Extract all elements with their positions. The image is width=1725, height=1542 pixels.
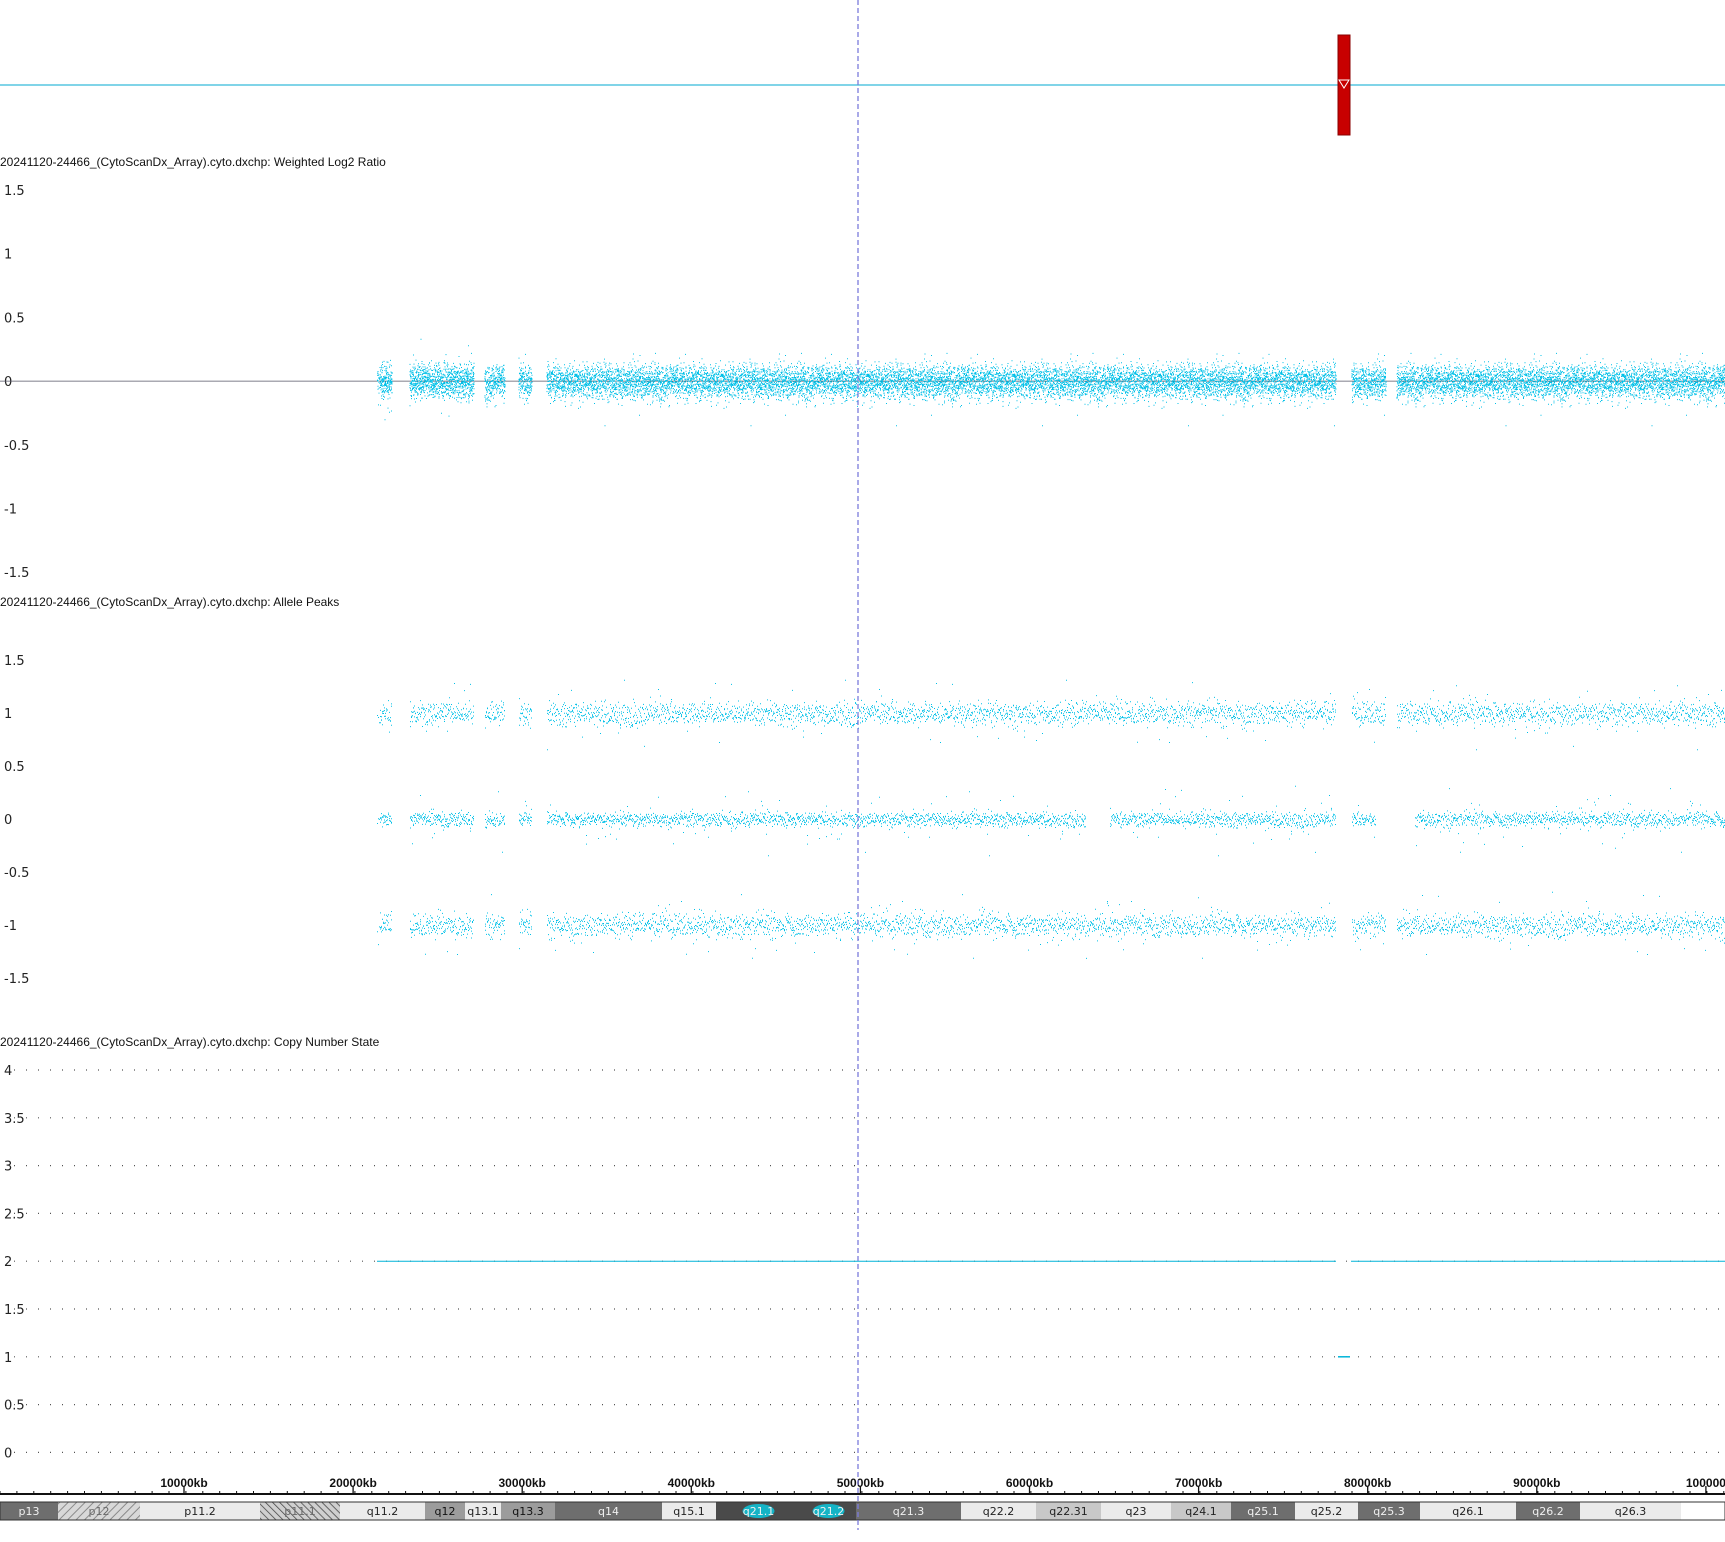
ideogram-band-label: q26.3	[1615, 1505, 1646, 1518]
cn-tick-label: 2.5	[4, 1207, 25, 1222]
allele-tick-label: 0	[4, 813, 12, 828]
ruler-label: 30000kb	[499, 1476, 546, 1490]
log2-ratio-points	[377, 338, 1725, 427]
allele-tick-label: -0.5	[4, 866, 29, 881]
cn-tick-label: 4	[4, 1064, 12, 1079]
ruler-label: 80000kb	[1344, 1476, 1391, 1490]
ideogram-band-label: q24.1	[1185, 1505, 1216, 1518]
position-ruler: 10000kb 20000kb 30000kb 40000kb 50000kb 60000…	[0, 1476, 1725, 1495]
log2-tick-label: 0.5	[4, 311, 25, 326]
allele-peaks-track: 1.5 1 0.5 0 -0.5 -1 -1.5	[4, 654, 1725, 987]
ruler-label: 70000kb	[1175, 1476, 1222, 1490]
allele-tick-label: -1.5	[4, 972, 29, 987]
ideogram-band-label: q21.2	[813, 1505, 844, 1518]
ideogram-band-label: q26.2	[1532, 1505, 1563, 1518]
log2-tick-label: -1.5	[4, 566, 29, 581]
cn-tick-label: 1.5	[4, 1303, 25, 1318]
cn-tick-label: 2	[4, 1255, 12, 1270]
ideogram-band-label: q11.2	[367, 1505, 398, 1518]
ruler-label: 20000kb	[329, 1476, 376, 1490]
log2-tick-label: 1.5	[4, 184, 25, 199]
cn-tick-label: 1	[4, 1351, 12, 1366]
log2-track-title: 20241120-24466_(CytoScanDx_Array).cyto.d…	[0, 155, 386, 169]
ideogram-band-label: q25.3	[1373, 1505, 1404, 1518]
ideogram-band-label: q13.3	[512, 1505, 543, 1518]
allele-tick-label: 1.5	[4, 654, 25, 669]
ideogram-band-label: p13	[19, 1505, 40, 1518]
ideogram-band-label: q21.3	[893, 1505, 924, 1518]
allele-tick-label: 1	[4, 707, 12, 722]
ideogram-band-label: q26.1	[1452, 1505, 1483, 1518]
ruler-label: 90000kb	[1513, 1476, 1560, 1490]
ruler-label: 10000kb	[160, 1476, 207, 1490]
cn-tick-label: 0	[4, 1446, 12, 1461]
aberration-marker[interactable]	[1337, 34, 1351, 136]
ideogram-band-label: q25.1	[1247, 1505, 1278, 1518]
ideogram-band-label: p11.1	[284, 1505, 315, 1518]
ideogram-band-label: q22.31	[1049, 1505, 1087, 1518]
cn-tick-label: 3.5	[4, 1112, 25, 1127]
ideogram-band-label: p12	[89, 1505, 110, 1518]
allele-tick-label: 0.5	[4, 760, 25, 775]
log2-tick-label: 1	[4, 248, 12, 263]
ideogram-band-label: q25.2	[1311, 1505, 1342, 1518]
copy-number-track: 4 3.5 3 2.5 2 1.5 1 0.5 0	[4, 1064, 1725, 1461]
ideogram-band-label: q23	[1126, 1505, 1147, 1518]
cn-tick-label: 0.5	[4, 1399, 25, 1414]
cn-track-title: 20241120-24466_(CytoScanDx_Array).cyto.d…	[0, 1035, 380, 1049]
log2-tick-label: 0	[4, 375, 12, 390]
ideogram-band-label: q21.1	[743, 1505, 774, 1518]
ruler-label: 40000kb	[668, 1476, 715, 1490]
chromosome-viewer[interactable]: 1.5 1 0.5 0 -0.5 -1 -1.5 1.5 1 0.5 0 -0.5 -1 -1.5 4 3…	[0, 0, 1725, 1538]
log2-ratio-track: 1.5 1 0.5 0 -0.5 -1 -1.5	[0, 184, 1725, 581]
allele-peak-points	[377, 679, 1725, 959]
overview-track[interactable]	[0, 34, 1725, 136]
ideogram-band-label: q22.2	[983, 1505, 1014, 1518]
allele-tick-label: -1	[4, 919, 17, 934]
ideogram-band-label: q15.1	[673, 1505, 704, 1518]
ruler-label: 60000kb	[1006, 1476, 1053, 1490]
viewer-canvas[interactable]: 1.5 1 0.5 0 -0.5 -1 -1.5 1.5 1 0.5 0 -0.5 -1 -1.5 4 3…	[0, 0, 1725, 1538]
ideogram-band-label: q13.1	[467, 1505, 498, 1518]
log2-tick-label: -0.5	[4, 439, 29, 454]
chromosome-ideogram[interactable]: p13 p12 p11.2 p11.1 q11.2 q12 q13.1 q13.3 q14 q15…	[0, 1501, 1725, 1521]
ruler-label: 100000	[1686, 1476, 1725, 1490]
ideogram-band-label: q14	[598, 1505, 619, 1518]
ideogram-band-label: p11.2	[184, 1505, 215, 1518]
ruler-label: 50000kb	[837, 1476, 884, 1490]
allele-track-title: 20241120-24466_(CytoScanDx_Array).cyto.d…	[0, 595, 340, 609]
log2-tick-label: -1	[4, 503, 17, 518]
ideogram-band-label: q12	[435, 1505, 456, 1518]
cn-tick-label: 3	[4, 1160, 12, 1175]
